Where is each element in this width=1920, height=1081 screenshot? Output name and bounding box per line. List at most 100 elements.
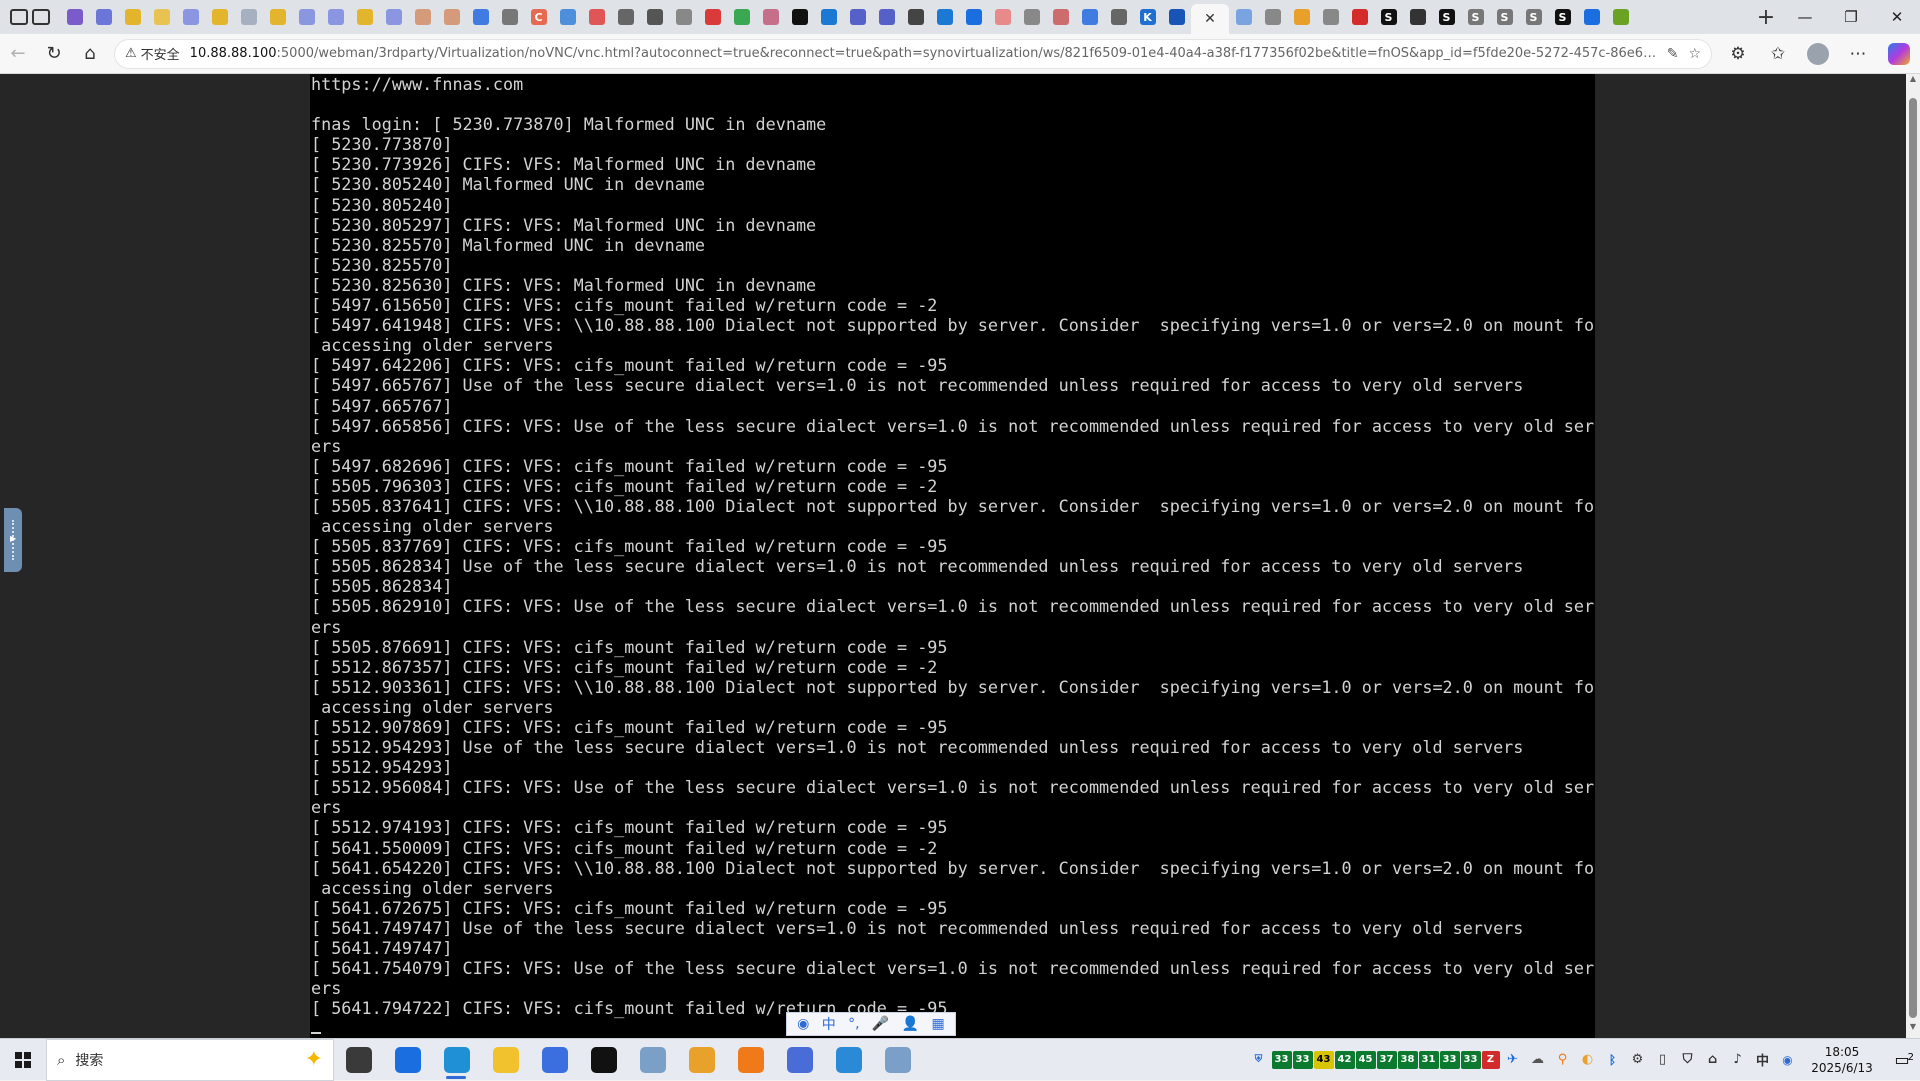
file-explorer-app[interactable]: [481, 1039, 530, 1081]
browser-tab[interactable]: [785, 3, 814, 31]
close-tab-icon[interactable]: ✕: [1204, 11, 1216, 27]
bluetooth-icon[interactable]: ᛒ: [1601, 1051, 1625, 1069]
ime-toolbar-button[interactable]: ▦: [932, 1016, 945, 1032]
browser-tab[interactable]: S: [1461, 3, 1490, 31]
ime-toolbar-button[interactable]: ◉: [797, 1016, 809, 1032]
cloud-tray-icon[interactable]: ☁: [1526, 1051, 1550, 1069]
taskbar-clock[interactable]: 18:05 2025/6/13: [1806, 1044, 1878, 1076]
color-tray-icon[interactable]: ◐: [1576, 1051, 1600, 1069]
browser-tab[interactable]: S: [1548, 3, 1577, 31]
browser-tab[interactable]: K: [1133, 3, 1162, 31]
restore-button[interactable]: ❐: [1828, 0, 1874, 34]
tray-counter-icon[interactable]: 38: [1397, 1050, 1418, 1069]
ime-toolbar-button[interactable]: 中: [822, 1014, 836, 1034]
tray-counter-icon[interactable]: 42: [1334, 1050, 1355, 1069]
taskbar-search[interactable]: ⌕ 搜索 ✦: [46, 1038, 334, 1081]
browser-tab[interactable]: [1104, 3, 1133, 31]
browser-tab[interactable]: [118, 3, 147, 31]
tray-counter-icon[interactable]: 33: [1271, 1050, 1292, 1069]
browser-tab[interactable]: [205, 3, 234, 31]
browser-tab[interactable]: [89, 3, 118, 31]
edge-app[interactable]: [432, 1039, 481, 1081]
browser-tab[interactable]: [234, 3, 263, 31]
read-aloud-icon[interactable]: ✎: [1667, 46, 1679, 62]
browser-tab[interactable]: [582, 3, 611, 31]
browser-tab[interactable]: [350, 3, 379, 31]
browser-tab[interactable]: [1075, 3, 1104, 31]
browser-tab[interactable]: [292, 3, 321, 31]
notification-center-button[interactable]: ▭ 2: [1884, 1050, 1920, 1069]
warning-icon[interactable]: ⚠: [125, 46, 137, 61]
remote-desktop-app[interactable]: [824, 1039, 873, 1081]
scroll-down-icon[interactable]: ▼: [1906, 1022, 1920, 1038]
tray-counter-icon[interactable]: 45: [1355, 1050, 1376, 1069]
browser-tab[interactable]: [930, 3, 959, 31]
browser-tab[interactable]: [466, 3, 495, 31]
browser-tab[interactable]: C: [524, 3, 553, 31]
search-orange-app[interactable]: [726, 1039, 775, 1081]
insecure-label[interactable]: 不安全: [141, 44, 180, 63]
gear-tray-icon[interactable]: ⚙: [1626, 1051, 1650, 1069]
browser-tab[interactable]: S: [1519, 3, 1548, 31]
workspaces-icon[interactable]: [10, 9, 28, 25]
input-method-icon[interactable]: 中: [1751, 1051, 1775, 1069]
page-scrollbar[interactable]: ▲ ▼: [1906, 74, 1920, 1038]
browser-tab[interactable]: [872, 3, 901, 31]
browser-tab[interactable]: [60, 3, 89, 31]
tray-counter-icon[interactable]: 31: [1418, 1050, 1439, 1069]
browser-tab[interactable]: [1577, 3, 1606, 31]
network-icon[interactable]: ⌂: [1701, 1051, 1725, 1069]
browser-tab[interactable]: [901, 3, 930, 31]
browser-tab[interactable]: [176, 3, 205, 31]
browser-tab[interactable]: S: [1490, 3, 1519, 31]
browser-tab[interactable]: [843, 3, 872, 31]
tab-actions-icon[interactable]: [32, 9, 50, 25]
browser-tab[interactable]: [727, 3, 756, 31]
paw-app[interactable]: [775, 1039, 824, 1081]
red-tray-icon[interactable]: Z: [1481, 1050, 1500, 1069]
defender-tray-icon[interactable]: ⛉: [1676, 1051, 1700, 1069]
ime-toolbar-button[interactable]: 👤: [902, 1016, 919, 1032]
blue-circle-app[interactable]: [530, 1039, 579, 1081]
scroll-thumb[interactable]: [1909, 98, 1917, 1018]
volume-icon[interactable]: ♪: [1726, 1051, 1750, 1069]
back-button[interactable]: ←: [0, 38, 36, 70]
browser-tab[interactable]: [698, 3, 727, 31]
browser-tab[interactable]: [147, 3, 176, 31]
browser-tab[interactable]: [611, 3, 640, 31]
copilot-icon[interactable]: [1888, 42, 1910, 65]
ime-mode-icon[interactable]: ◉: [1776, 1051, 1800, 1069]
browser-tab[interactable]: [1046, 3, 1075, 31]
scroll-up-icon[interactable]: ▲: [1906, 74, 1920, 90]
reload-button[interactable]: ↻: [36, 38, 72, 70]
browser-tab[interactable]: [321, 3, 350, 31]
browser-tab[interactable]: [1162, 3, 1191, 31]
browser-tab[interactable]: [1606, 3, 1635, 31]
tray-counter-icon[interactable]: 37: [1376, 1050, 1397, 1069]
novnc-control-bar-handle[interactable]: ▶: [4, 508, 22, 572]
kite-app[interactable]: [677, 1039, 726, 1081]
feather-app[interactable]: [628, 1039, 677, 1081]
ime-toolbar-button[interactable]: °,: [848, 1016, 859, 1032]
browser-tab[interactable]: [1229, 3, 1258, 31]
browser-tab[interactable]: [756, 3, 785, 31]
browser-tab[interactable]: [379, 3, 408, 31]
browser-tab[interactable]: [1287, 3, 1316, 31]
browser-tab[interactable]: [988, 3, 1017, 31]
browser-tab[interactable]: [408, 3, 437, 31]
browser-tab[interactable]: [437, 3, 466, 31]
browser-tab[interactable]: S: [1374, 3, 1403, 31]
browser-tab[interactable]: [1403, 3, 1432, 31]
browser-tab[interactable]: [495, 3, 524, 31]
shield-tray-icon[interactable]: ⛨: [1247, 1051, 1271, 1069]
close-window-button[interactable]: ✕: [1874, 0, 1920, 34]
browser-tab[interactable]: [1345, 3, 1374, 31]
vnc-console-screen[interactable]: https://www.fnnas.com fnas login: [ 5230.…: [310, 74, 1595, 1038]
new-tab-button[interactable]: +: [1750, 5, 1782, 30]
browser-tab[interactable]: [553, 3, 582, 31]
browser-tab[interactable]: [640, 3, 669, 31]
tray-counter-icon[interactable]: 43: [1313, 1050, 1334, 1069]
browser-tab[interactable]: [263, 3, 292, 31]
brush-app[interactable]: [873, 1039, 922, 1081]
ime-toolbar-button[interactable]: 🎤: [872, 1016, 889, 1032]
